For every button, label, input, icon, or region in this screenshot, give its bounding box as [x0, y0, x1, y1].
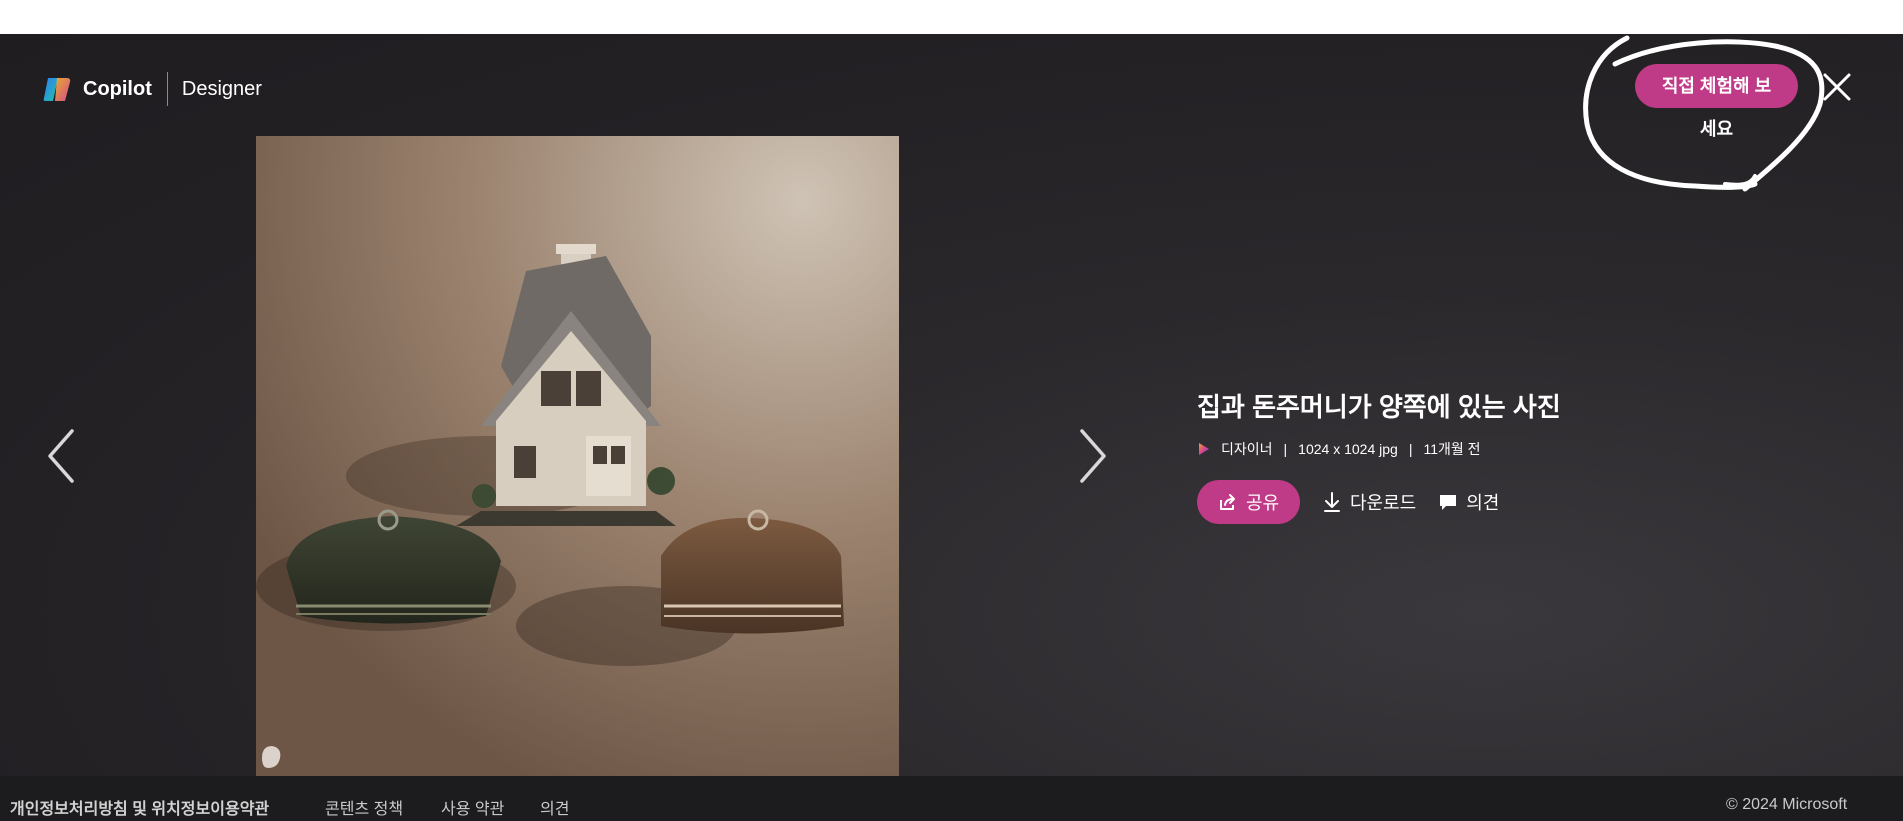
image-age: 11개월 전	[1423, 441, 1481, 457]
image-title: 집과 돈주머니가 양쪽에 있는 사진	[1197, 392, 1561, 422]
chevron-left-icon[interactable]	[42, 426, 82, 486]
image-viewer-overlay: Copilot Designer 직접 체험해 보 세요 집과 돈주머니가 양쪽…	[0, 34, 1903, 776]
footer-link-terms[interactable]: 사용 약관	[441, 795, 504, 819]
feedback-button[interactable]: 의견	[1438, 489, 1499, 515]
chevron-right-icon[interactable]	[1072, 426, 1112, 486]
image-metadata: 디자이너 | 1024 x 1024 jpg | 11개월 전	[1197, 439, 1481, 459]
footer-link-privacy[interactable]: 개인정보처리방침 및 위치정보이용약관	[10, 795, 269, 819]
close-icon[interactable]	[1820, 70, 1854, 104]
share-button[interactable]: 공유	[1197, 480, 1300, 524]
meta-separator: |	[1408, 441, 1413, 457]
brand-header[interactable]: Copilot Designer	[42, 71, 262, 107]
download-button[interactable]: 다운로드	[1322, 489, 1416, 515]
download-icon	[1324, 492, 1340, 512]
footer-link-feedback[interactable]: 의견	[540, 795, 569, 819]
share-label: 공유	[1245, 493, 1280, 513]
copyright: © 2024 Microsoft	[1726, 796, 1848, 813]
generated-image[interactable]	[256, 136, 899, 776]
copilot-logo-icon	[42, 74, 73, 105]
product-name: Designer	[181, 77, 262, 100]
hand-drawn-circle-annotation	[1583, 35, 1825, 192]
comment-icon	[1440, 495, 1457, 510]
brand-divider	[166, 72, 168, 106]
footer: 개인정보처리방침 및 위치정보이용약관 콘텐츠 정책 사용 약관 의견 © 20…	[0, 776, 1903, 821]
feedback-label: 의견	[1466, 493, 1500, 513]
image-source: 디자이너	[1221, 441, 1273, 457]
share-icon	[1219, 494, 1235, 510]
download-label: 다운로드	[1350, 493, 1417, 513]
footer-link-content-policy[interactable]: 콘텐츠 정책	[325, 795, 403, 819]
brand-name: Copilot	[83, 77, 152, 100]
meta-separator: |	[1283, 441, 1288, 457]
image-actions: 공유 다운로드 의견	[1197, 480, 1499, 524]
designer-logo-icon	[1199, 443, 1209, 455]
browser-top-strip	[0, 0, 1903, 34]
image-dimensions: 1024 x 1024 jpg	[1298, 441, 1398, 457]
